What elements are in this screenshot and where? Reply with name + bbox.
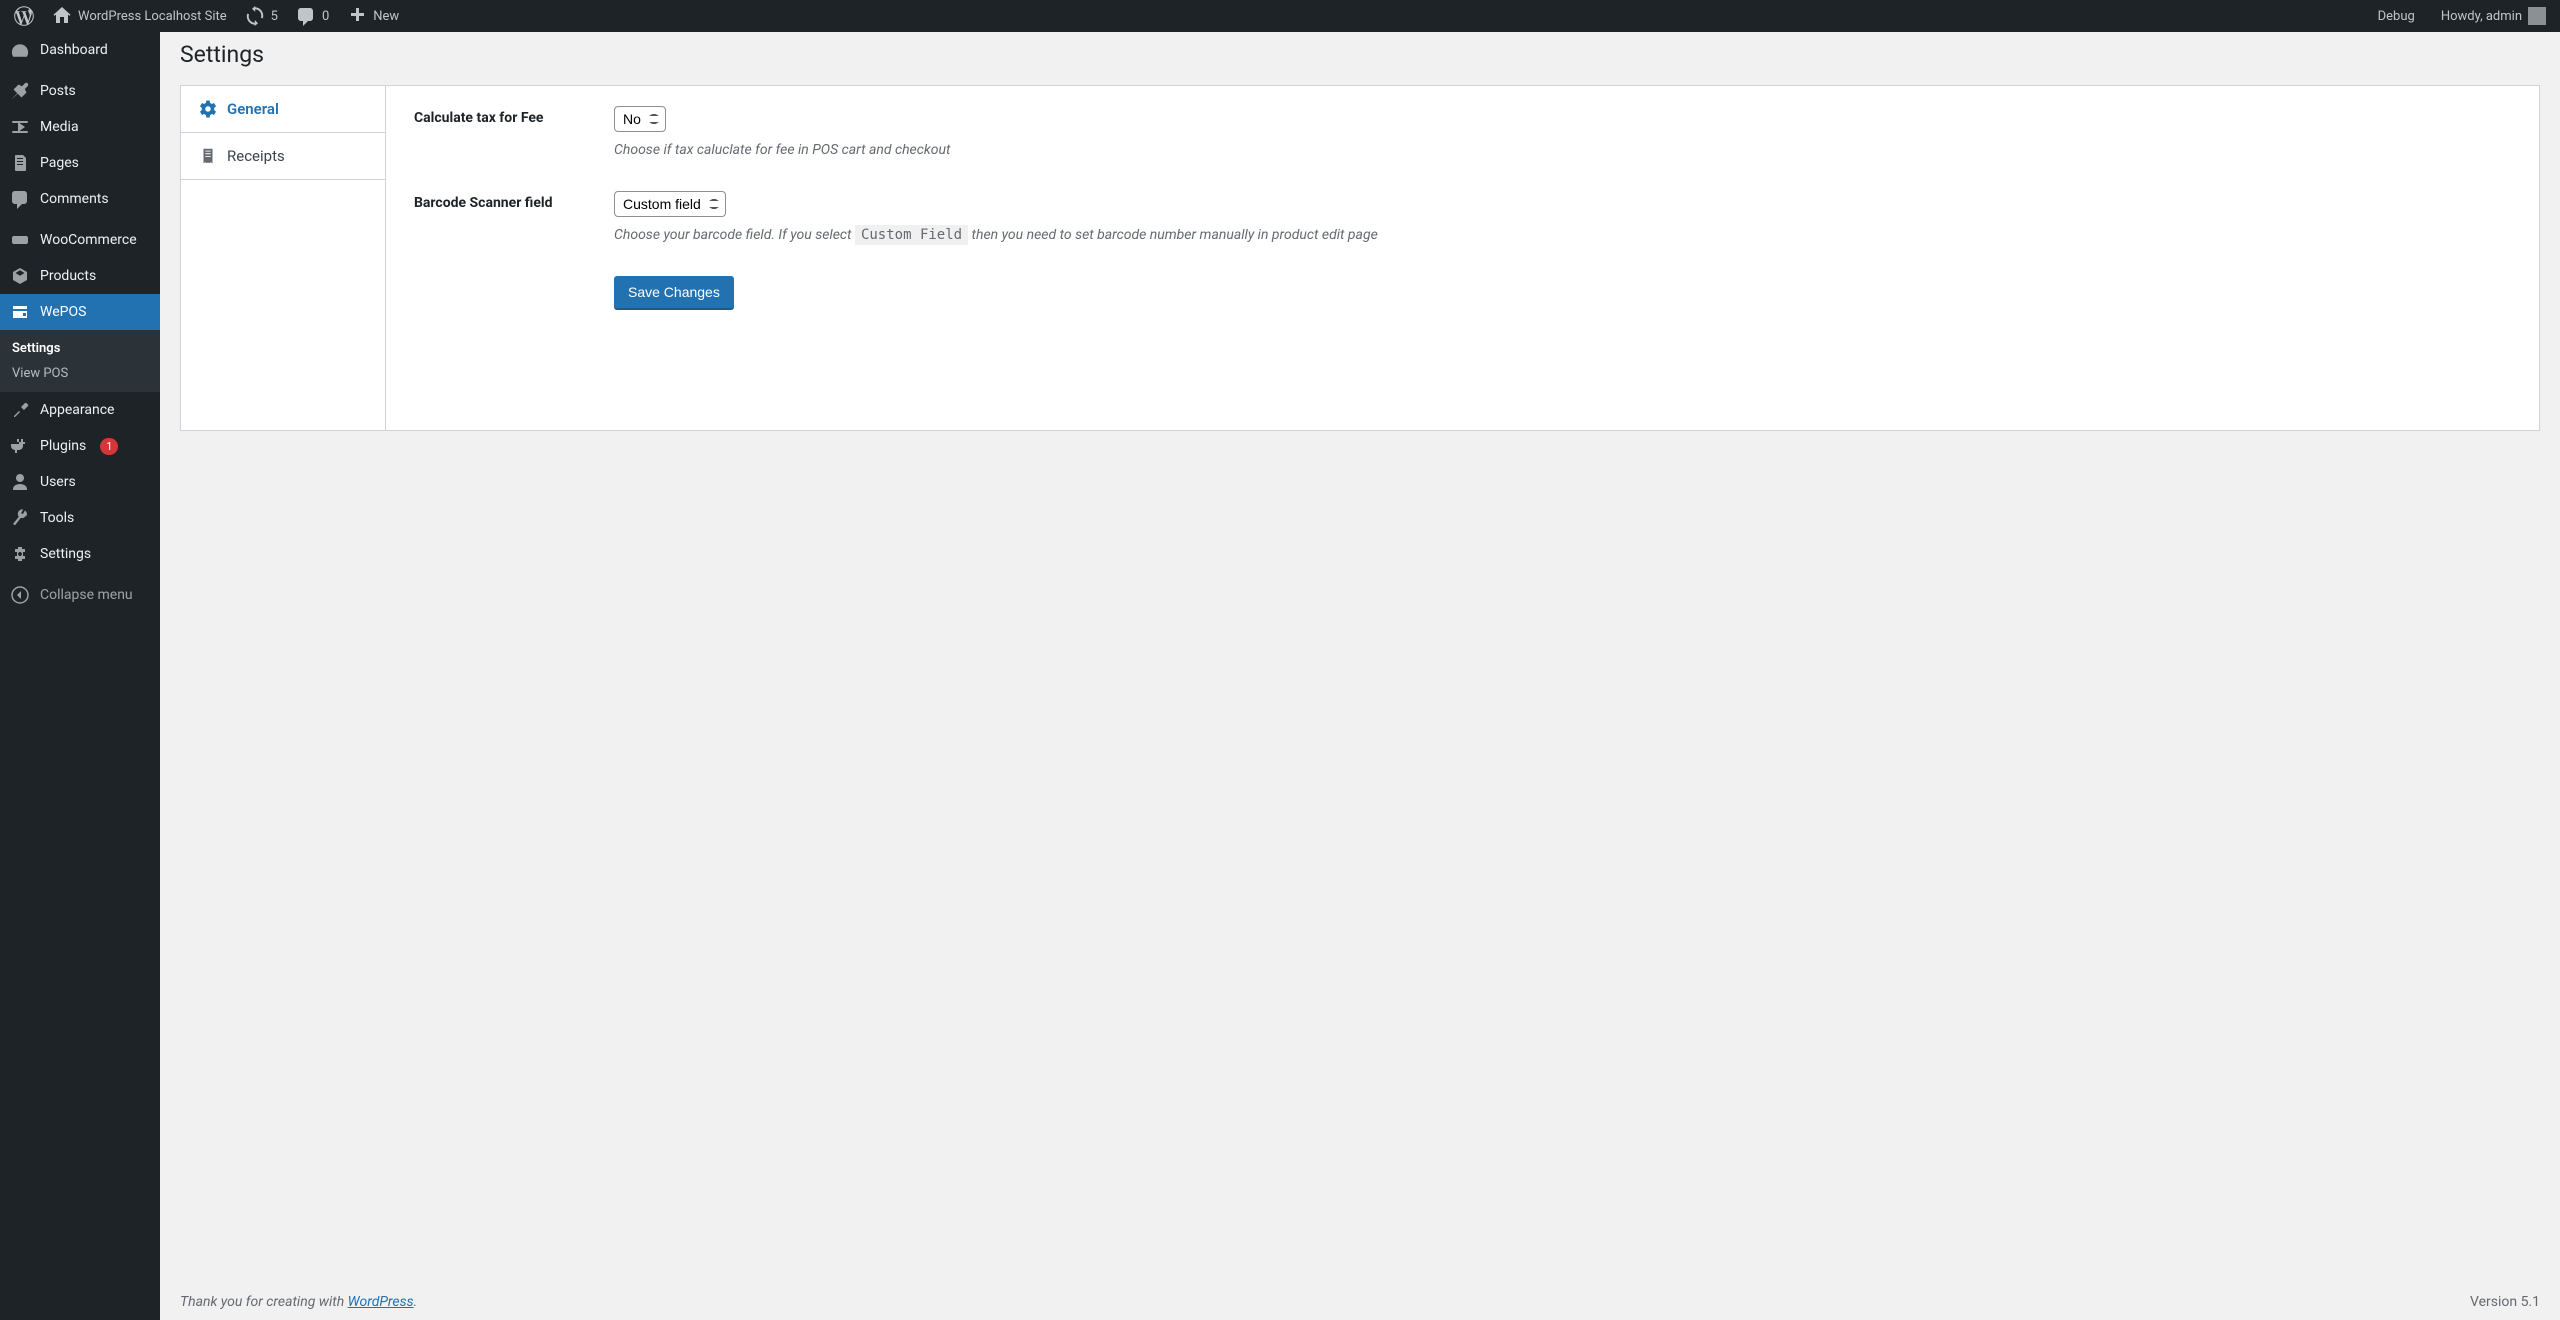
collapse-menu-button[interactable]: Collapse menu bbox=[0, 577, 160, 613]
submenu-item-settings[interactable]: Settings bbox=[0, 336, 160, 361]
footer-version: Version 5.1 bbox=[2470, 1294, 2540, 1310]
admin-toolbar: WordPress Localhost Site 5 0 New Debug H… bbox=[0, 0, 2560, 32]
sidebar-item-wepos[interactable]: WePOS bbox=[0, 294, 160, 330]
sidebar-item-label: Comments bbox=[40, 191, 109, 207]
debug-link[interactable]: Debug bbox=[2372, 9, 2421, 24]
tax-fee-select[interactable]: No bbox=[614, 106, 666, 132]
wp-logo-button[interactable] bbox=[8, 6, 40, 26]
gear-icon bbox=[199, 100, 217, 118]
tax-fee-label: Calculate tax for Fee bbox=[414, 106, 614, 161]
sidebar-item-label: Users bbox=[40, 474, 76, 490]
admin-footer: Thank you for creating with WordPress. V… bbox=[180, 1294, 2540, 1310]
sidebar-item-settings[interactable]: Settings bbox=[0, 536, 160, 572]
tab-label: Receipts bbox=[227, 147, 285, 165]
sidebar-item-label: Settings bbox=[40, 546, 91, 562]
update-icon bbox=[245, 6, 265, 26]
sidebar-item-label: Tools bbox=[40, 510, 74, 526]
collapse-label: Collapse menu bbox=[40, 587, 133, 603]
site-name-text: WordPress Localhost Site bbox=[78, 9, 227, 24]
sidebar-item-tools[interactable]: Tools bbox=[0, 500, 160, 536]
settings-form: Calculate tax for Fee No Choose if tax c… bbox=[386, 86, 2539, 430]
my-account-link[interactable]: Howdy, admin bbox=[2435, 7, 2552, 25]
sidebar-item-posts[interactable]: Posts bbox=[0, 73, 160, 109]
comments-count: 0 bbox=[322, 9, 329, 24]
sidebar-item-label: WooCommerce bbox=[40, 232, 137, 248]
barcode-label: Barcode Scanner field bbox=[414, 191, 614, 246]
sidebar-item-media[interactable]: Media bbox=[0, 109, 160, 145]
sidebar-item-comments[interactable]: Comments bbox=[0, 181, 160, 217]
receipt-icon bbox=[199, 147, 217, 165]
users-icon bbox=[10, 472, 30, 492]
media-icon bbox=[10, 117, 30, 137]
plugins-icon bbox=[10, 436, 30, 456]
tax-fee-help: Choose if tax caluclate for fee in POS c… bbox=[614, 140, 2511, 161]
home-icon bbox=[52, 6, 72, 26]
wordpress-logo-icon bbox=[14, 6, 34, 26]
page-title: Settings bbox=[180, 32, 2540, 72]
wepos-submenu: Settings View POS bbox=[0, 330, 160, 392]
updates-link[interactable]: 5 bbox=[239, 6, 284, 26]
sidebar-item-dashboard[interactable]: Dashboard bbox=[0, 32, 160, 68]
submenu-item-view-pos[interactable]: View POS bbox=[0, 361, 160, 386]
new-label: New bbox=[373, 9, 399, 24]
settings-panel: General Receipts Calculate tax for Fee N… bbox=[180, 85, 2540, 431]
sidebar-item-label: Pages bbox=[40, 155, 79, 171]
site-name-link[interactable]: WordPress Localhost Site bbox=[46, 6, 233, 26]
sidebar-item-label: Dashboard bbox=[40, 42, 108, 58]
sidebar-item-label: Posts bbox=[40, 83, 76, 99]
updates-count: 5 bbox=[271, 9, 278, 24]
page-icon bbox=[10, 153, 30, 173]
sidebar-item-products[interactable]: Products bbox=[0, 258, 160, 294]
collapse-icon bbox=[10, 585, 30, 605]
sidebar-item-woocommerce[interactable]: WooCommerce bbox=[0, 222, 160, 258]
sidebar-item-label: Products bbox=[40, 268, 96, 284]
comment-icon bbox=[296, 6, 316, 26]
sidebar-item-plugins[interactable]: Plugins 1 bbox=[0, 428, 160, 464]
tab-general[interactable]: General bbox=[181, 86, 385, 133]
main-content: Settings General Receipts Calculate tax … bbox=[160, 32, 2560, 1320]
admin-sidebar: Dashboard Posts Media Pages Comments Woo… bbox=[0, 32, 160, 1320]
tools-icon bbox=[10, 508, 30, 528]
appearance-icon bbox=[10, 400, 30, 420]
pin-icon bbox=[10, 81, 30, 101]
sidebar-item-label: Media bbox=[40, 119, 79, 135]
plus-icon bbox=[347, 6, 367, 26]
settings-icon bbox=[10, 544, 30, 564]
wepos-icon bbox=[10, 302, 30, 322]
dashboard-icon bbox=[10, 40, 30, 60]
tab-receipts[interactable]: Receipts bbox=[181, 133, 385, 180]
tab-label: General bbox=[227, 100, 279, 118]
barcode-select[interactable]: Custom field bbox=[614, 191, 726, 217]
sidebar-item-pages[interactable]: Pages bbox=[0, 145, 160, 181]
plugins-update-badge: 1 bbox=[100, 438, 118, 455]
footer-thankyou: Thank you for creating with WordPress. bbox=[180, 1294, 417, 1310]
new-content-link[interactable]: New bbox=[341, 6, 405, 26]
howdy-text: Howdy, admin bbox=[2441, 9, 2522, 24]
wordpress-link[interactable]: WordPress bbox=[348, 1294, 414, 1310]
sidebar-item-label: Appearance bbox=[40, 402, 114, 418]
sidebar-item-appearance[interactable]: Appearance bbox=[0, 392, 160, 428]
sidebar-item-label: Plugins bbox=[40, 438, 86, 454]
settings-tabs-nav: General Receipts bbox=[181, 86, 386, 430]
woocommerce-icon bbox=[10, 230, 30, 250]
barcode-help: Choose your barcode field. If you select… bbox=[614, 225, 2511, 246]
comments-icon bbox=[10, 189, 30, 209]
products-icon bbox=[10, 266, 30, 286]
sidebar-item-users[interactable]: Users bbox=[0, 464, 160, 500]
comments-link[interactable]: 0 bbox=[290, 6, 335, 26]
save-changes-button[interactable]: Save Changes bbox=[614, 276, 734, 310]
sidebar-item-label: WePOS bbox=[40, 304, 86, 320]
avatar bbox=[2528, 7, 2546, 25]
